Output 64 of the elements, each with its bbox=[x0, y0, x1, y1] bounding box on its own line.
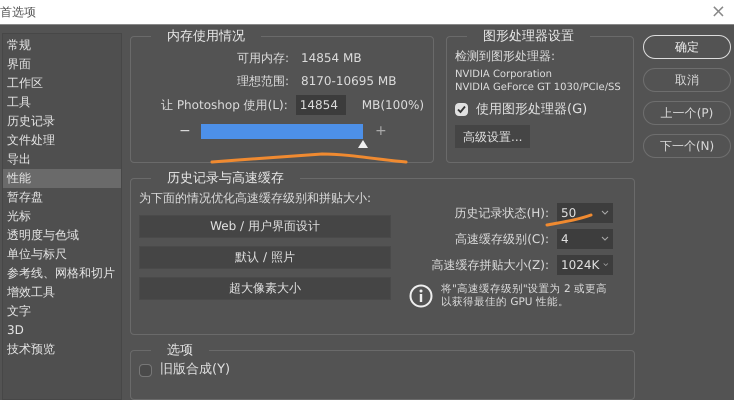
sidebar-item[interactable]: 工作区 bbox=[3, 74, 121, 93]
available-memory-value: 14854 MB bbox=[301, 50, 363, 66]
checkbox[interactable] bbox=[139, 364, 152, 377]
sidebar-item[interactable]: 光标 bbox=[3, 207, 121, 226]
sidebar-item[interactable]: 增效工具 bbox=[3, 283, 121, 302]
dropdown-value: 4 bbox=[560, 230, 570, 248]
sidebar-item[interactable]: 导出 bbox=[3, 150, 121, 169]
sidebar-item[interactable]: 文字 bbox=[3, 302, 121, 321]
field-label: 历史记录状态(H): bbox=[454, 204, 549, 222]
detected-gpu-label: 检测到图形处理器: bbox=[455, 48, 556, 64]
decrease-button[interactable]: − bbox=[179, 120, 189, 142]
info-text: 将"高速缓存级别"设置为 2 或更高以获得最佳的 GPU 性能。 bbox=[441, 282, 608, 308]
sidebar-item[interactable]: 透明度与色域 bbox=[3, 226, 121, 245]
sidebar-item[interactable]: 文件处理 bbox=[3, 131, 121, 150]
memory-percent-label: MB(100%) bbox=[362, 96, 424, 114]
dropdown-value: 1024K bbox=[560, 256, 600, 274]
chevron-down-icon bbox=[601, 236, 609, 241]
memory-usage-field[interactable]: 14854 bbox=[296, 94, 346, 114]
dropdown-value: 50 bbox=[560, 204, 578, 222]
sidebar-item[interactable]: 性能 bbox=[3, 169, 121, 188]
dropdown[interactable]: 1024K bbox=[557, 254, 613, 274]
dialog-button[interactable]: 取消 bbox=[643, 68, 731, 92]
ideal-range-label: 理想范围: bbox=[236, 72, 289, 90]
group-title: 历史记录与高速缓存 bbox=[166, 170, 285, 188]
chevron-down-icon bbox=[601, 210, 609, 215]
preset-button[interactable]: 默认 / 照片 bbox=[139, 246, 391, 268]
sidebar-item[interactable]: 界面 bbox=[3, 55, 121, 74]
slider-thumb[interactable] bbox=[358, 140, 368, 148]
dropdown[interactable]: 4 bbox=[557, 228, 613, 248]
gpu-vendor: NVIDIA Corporation bbox=[455, 68, 554, 80]
dialog-button[interactable]: 确定 bbox=[643, 35, 731, 59]
dialog-button[interactable]: 上一个(P) bbox=[643, 101, 731, 125]
group-title: 选项 bbox=[166, 342, 194, 360]
gpu-model: NVIDIA GeForce GT 1030/PCIe/SS bbox=[455, 80, 622, 94]
optimize-prompt: 为下面的情况优化高速缓存级别和拼贴大小: bbox=[139, 190, 372, 206]
chevron-down-icon bbox=[603, 262, 609, 267]
advanced-settings-button[interactable]: 高级设置... bbox=[455, 125, 530, 148]
available-memory-label: 可用内存: bbox=[236, 50, 289, 66]
group-title: 图形处理器设置 bbox=[482, 28, 575, 46]
preset-button[interactable]: Web / 用户界面设计 bbox=[139, 214, 391, 238]
dialog-button[interactable]: 下一个(N) bbox=[643, 134, 731, 158]
checkbox-label: 使用图形处理器(G) bbox=[476, 100, 588, 118]
increase-button[interactable]: + bbox=[375, 120, 387, 142]
group-title: 内存使用情况 bbox=[166, 28, 246, 46]
sidebar-item[interactable]: 工具 bbox=[3, 93, 121, 112]
dropdown[interactable]: 50 bbox=[557, 202, 613, 222]
sidebar-item[interactable]: 参考线、网格和切片 bbox=[3, 264, 121, 283]
info-icon bbox=[409, 284, 433, 308]
preset-button[interactable]: 超大像素大小 bbox=[139, 276, 391, 300]
window-title: 首选项 bbox=[0, 4, 36, 21]
sidebar-item[interactable]: 历史记录 bbox=[3, 112, 121, 131]
memory-usage-label: 让 Photoshop 使用(L): bbox=[161, 96, 288, 114]
field-label: 高速缓存拼贴大小(Z): bbox=[430, 256, 549, 274]
sidebar-item[interactable]: 技术预览 bbox=[3, 340, 121, 359]
sidebar-item[interactable]: 3D bbox=[3, 321, 121, 340]
ideal-range-value: 8170-10695 MB bbox=[301, 72, 398, 90]
field-label: 高速缓存级别(C): bbox=[454, 230, 549, 248]
checkmark-icon bbox=[457, 104, 466, 114]
sidebar-item[interactable]: 单位与标尺 bbox=[3, 245, 121, 264]
checkbox[interactable] bbox=[455, 102, 468, 116]
checkbox-label: 旧版合成(Y) bbox=[160, 361, 230, 380]
sidebar-item[interactable]: 暂存盘 bbox=[3, 188, 121, 207]
close-button[interactable]: × bbox=[710, 3, 726, 21]
sidebar-item[interactable]: 常规 bbox=[3, 36, 121, 55]
